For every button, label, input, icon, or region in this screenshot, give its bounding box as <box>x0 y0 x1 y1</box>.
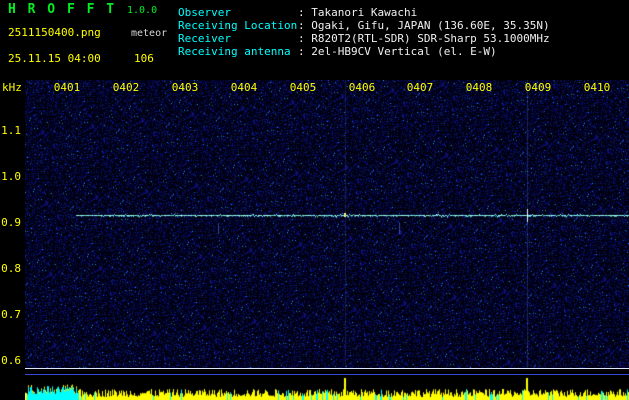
time-tick: 0410 <box>583 81 611 94</box>
freq-tick: 1.1 <box>1 124 21 137</box>
info-row-antenna: Receiving antenna : 2el-HB9CV Vertical (e… <box>178 45 550 58</box>
freq-tick: 0.6 <box>1 354 21 367</box>
spectrogram-plot: 0401 0402 0403 0404 0405 0406 0407 0408 … <box>25 80 629 368</box>
hrofft-screen: H R O F F T 1.0.0 2511150400.png meteor … <box>0 0 629 400</box>
signal-level-strip <box>25 377 629 400</box>
antenna-value: : 2el-HB9CV Vertical (el. E-W) <box>298 45 497 58</box>
app-version: 1.0.0 <box>127 5 158 16</box>
app-title: H R O F F T <box>8 2 117 17</box>
time-tick: 0404 <box>230 81 258 94</box>
spectrogram-canvas <box>25 80 629 368</box>
observer-value: : Takanori Kawachi <box>298 6 418 19</box>
freq-tick: 0.7 <box>1 308 21 321</box>
station-info: Observer : Takanori Kawachi Receiving Loc… <box>178 6 550 58</box>
frequency-axis: kHz 1.1 1.0 0.9 0.8 0.7 0.6 <box>0 0 24 400</box>
power-strip-border <box>25 374 629 375</box>
time-tick: 0401 <box>53 81 81 94</box>
freq-tick: 0.8 <box>1 262 21 275</box>
antenna-label: Receiving antenna <box>178 45 291 58</box>
time-tick: 0405 <box>289 81 317 94</box>
observer-label: Observer <box>178 6 231 19</box>
power-canvas <box>25 377 629 400</box>
time-tick: 0407 <box>406 81 434 94</box>
time-tick: 0402 <box>112 81 140 94</box>
location-value: : Ogaki, Gifu, JAPAN (136.60E, 35.35N) <box>298 19 550 32</box>
receiver-label: Receiver <box>178 32 231 45</box>
receiver-value: : R820T2(RTL-SDR) SDR-Sharp 53.1000MHz <box>298 32 550 45</box>
info-row-location: Receiving Location: Ogaki, Gifu, JAPAN (… <box>178 19 550 32</box>
freq-unit-label: kHz <box>2 81 22 94</box>
plot-bottom-border <box>25 368 629 369</box>
time-tick: 0406 <box>348 81 376 94</box>
location-label: Receiving Location <box>178 19 298 32</box>
time-tick: 0409 <box>524 81 552 94</box>
time-tick: 0408 <box>465 81 493 94</box>
mode-label: meteor <box>131 28 168 39</box>
freq-tick: 1.0 <box>1 170 21 183</box>
time-tick: 0403 <box>171 81 199 94</box>
info-row-observer: Observer : Takanori Kawachi <box>178 6 550 19</box>
freq-tick: 0.9 <box>1 216 21 229</box>
echo-count: 106 <box>134 52 154 65</box>
info-row-receiver: Receiver : R820T2(RTL-SDR) SDR-Sharp 53.1… <box>178 32 550 45</box>
